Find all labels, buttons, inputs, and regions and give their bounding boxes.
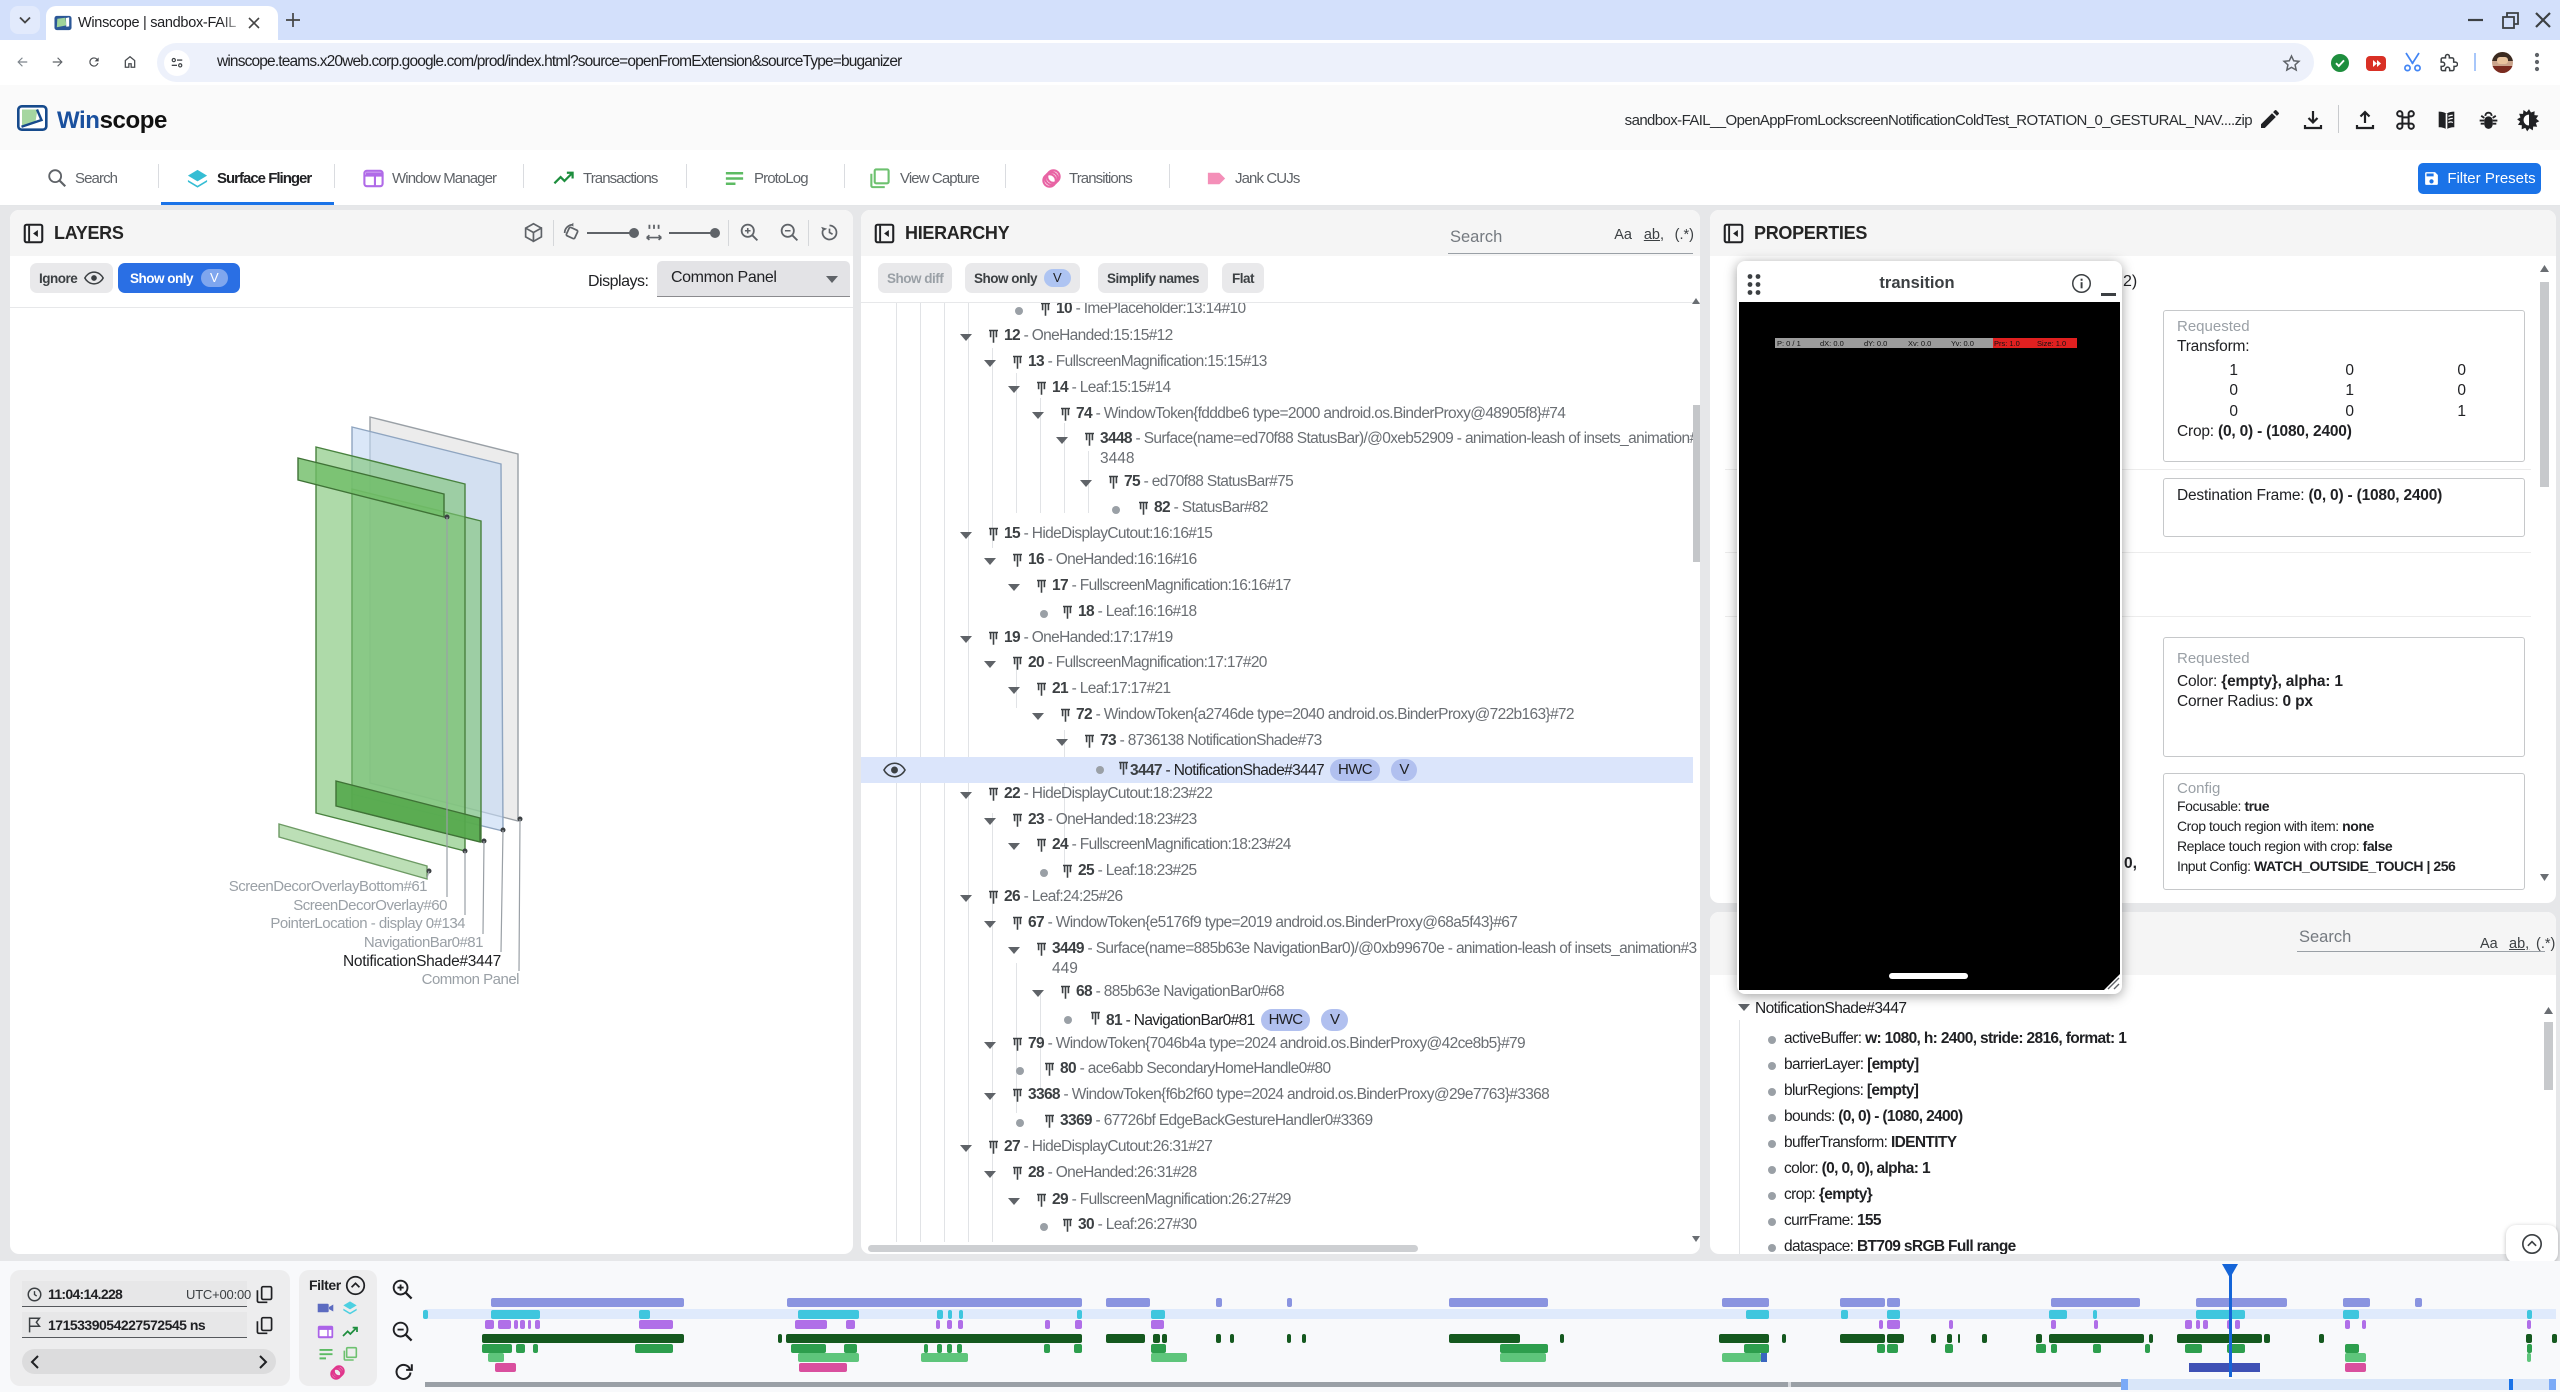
svg-text:NavigationBar0#81: NavigationBar0#81 xyxy=(364,934,483,951)
svg-text:Common Panel: Common Panel xyxy=(422,971,520,988)
svg-text:ScreenDecorOverlay#60: ScreenDecorOverlay#60 xyxy=(293,897,447,914)
svg-text:NotificationShade#3447: NotificationShade#3447 xyxy=(343,953,501,970)
svg-text:PointerLocation - display 0#13: PointerLocation - display 0#134 xyxy=(270,915,465,932)
svg-text:ScreenDecorOverlayBottom#61: ScreenDecorOverlayBottom#61 xyxy=(229,878,427,895)
